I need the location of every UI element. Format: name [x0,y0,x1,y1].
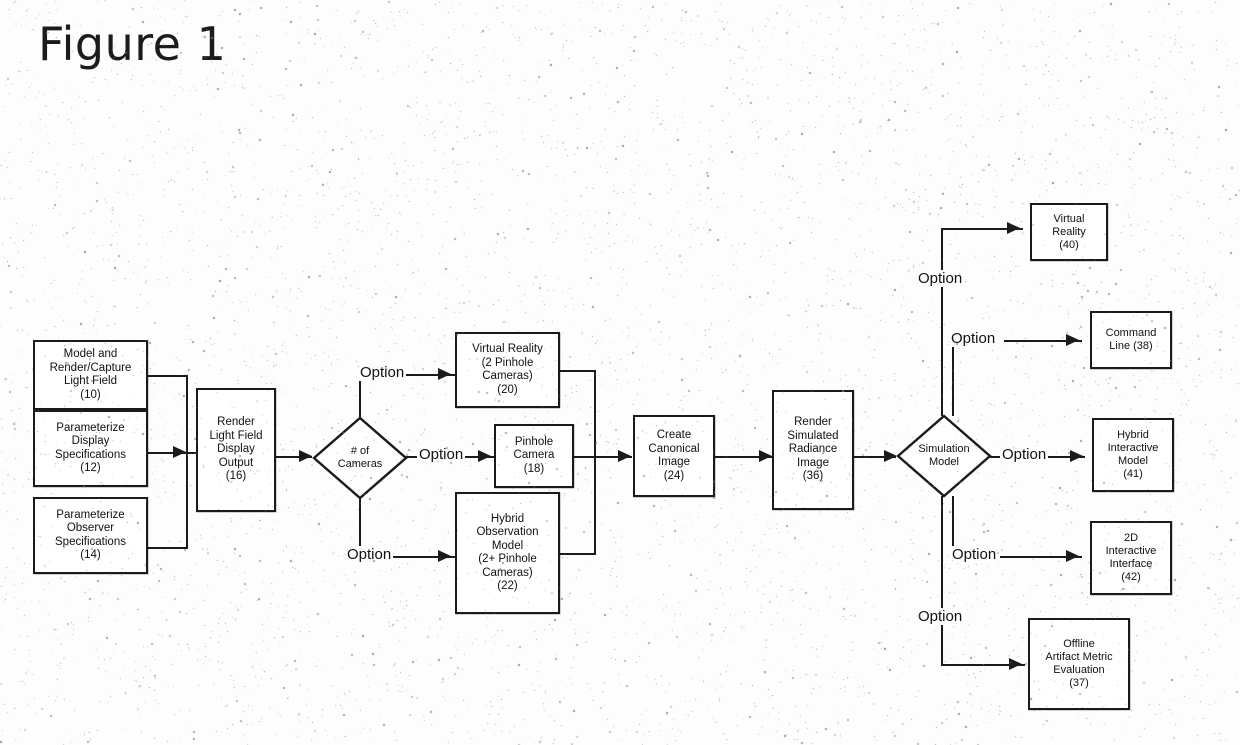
arrowhead-24-to-36 [759,450,772,462]
arrowhead-16-to-cameras [299,450,312,462]
node-offline-artifact-metric-evaluation: Offline Artifact Metric Evaluation (37) [1028,618,1130,710]
node-37-text: Offline Artifact Metric Evaluation (37) [1045,638,1113,689]
node-20-text: Virtual Reality (2 Pinhole Cameras) (20) [472,343,543,396]
edge-label-sim-to-41: Option [1000,446,1049,463]
figure-page: Figure 1 Model and Render/Capture Light … [0,0,1240,745]
node-virtual-reality-output: Virtual Reality (40) [1030,203,1108,261]
node-model-and-render-capture-light-field: Model and Render/Capture Light Field (10… [33,340,148,410]
node-16-text: Render Light Field Display Output (16) [209,416,263,483]
node-render-light-field-display-output: Render Light Field Display Output (16) [196,388,276,512]
edge-sim-to-40-stem [941,228,943,416]
edge-label-sim-to-38: Option [949,330,998,347]
arrowhead-cameras-to-22 [438,550,451,562]
edge-label-sim-to-40: Option [916,270,965,287]
arrowhead-bus-to-16 [173,446,186,458]
arrowhead-cameras-to-20 [438,368,451,380]
node-2d-interactive-interface: 2D Interactive Interface (42) [1090,521,1172,595]
edge-10-to-bus [148,375,188,377]
edge-left-merge-bus [186,375,188,549]
edge-22-to-bus [560,553,596,555]
edge-14-to-bus [148,547,188,549]
node-38-text: Command Line (38) [1105,327,1157,352]
edge-label-sim-to-37: Option [916,608,965,625]
edge-label-cameras-to-18: Option [417,446,466,463]
arrowhead-sim-to-42 [1066,550,1079,562]
node-10-text: Model and Render/Capture Light Field (10… [49,348,132,401]
node-40-text: Virtual Reality (40) [1052,212,1086,251]
node-14-text: Parameterize Observer Specifications (14… [55,508,126,562]
node-36-text: Render Simulated Radiance Image (36) [787,416,839,483]
node-create-canonical-image: Create Canonical Image (24) [633,415,715,497]
arrowhead-sim-to-40 [1007,222,1020,234]
edge-label-cameras-to-22: Option [345,546,394,563]
node-42-text: 2D Interactive Interface (42) [1105,532,1157,583]
edge-camera-merge-bus [594,370,596,555]
node-24-text: Create Canonical Image (24) [648,429,700,482]
node-virtual-reality-2-pinhole-cameras: Virtual Reality (2 Pinhole Cameras) (20) [455,332,560,408]
node-render-simulated-radiance-image: Render Simulated Radiance Image (36) [772,390,854,510]
node-22-text: Hybrid Observation Model (2+ Pinhole Cam… [476,512,539,593]
edge-label-cameras-to-20: Option [358,364,407,381]
edge-label-sim-to-42: Option [950,546,999,563]
arrowhead-sim-to-38 [1066,334,1079,346]
decision-simulation-model: Simulation Model [896,414,992,498]
node-command-line: Command Line (38) [1090,311,1172,369]
node-parameterize-display-specifications: Parameterize Display Specifications (12) [33,410,148,487]
arrowhead-sim-to-41 [1070,450,1083,462]
edge-sim-to-38-stem [952,340,954,416]
node-pinhole-camera: Pinhole Camera (18) [494,424,574,488]
arrowhead-sim-to-37 [1009,658,1022,670]
edge-20-to-bus [560,370,596,372]
arrowhead-cameras-to-24 [618,450,631,462]
page-title: Figure 1 [38,17,227,71]
node-hybrid-interactive-model: Hybrid Interactive Model (41) [1092,418,1174,492]
arrowhead-cameras-to-18 [478,450,491,462]
decision-number-of-cameras: # of Cameras [312,416,408,500]
node-18-text: Pinhole Camera (18) [513,435,555,475]
edge-sim-to-37-stem [941,496,943,666]
diamond-shape [312,416,408,500]
node-41-text: Hybrid Interactive Model (41) [1107,429,1159,480]
diamond-shape [896,414,992,498]
node-hybrid-observation-model: Hybrid Observation Model (2+ Pinhole Cam… [455,492,560,614]
node-parameterize-observer-specifications: Parameterize Observer Specifications (14… [33,497,148,574]
node-12-text: Parameterize Display Specifications (12) [55,421,126,475]
